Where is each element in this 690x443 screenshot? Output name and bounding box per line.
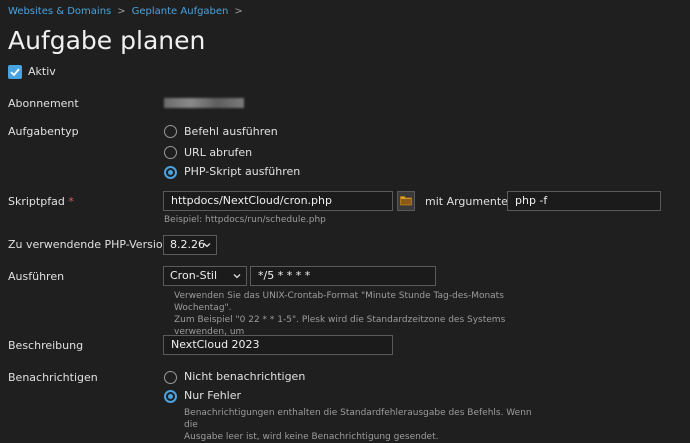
page-title: Aufgabe planen <box>8 26 206 55</box>
active-checkbox[interactable] <box>8 65 22 79</box>
task-type-option-php: PHP-Skript ausführen <box>184 165 301 178</box>
chevron-down-icon <box>233 274 241 279</box>
active-label: Aktiv <box>28 65 56 78</box>
breadcrumb-scheduled-tasks[interactable]: Geplante Aufgaben <box>132 6 229 17</box>
run-mode-value: Cron-Stil <box>170 269 218 282</box>
notify-label: Benachrichtigen <box>8 371 98 384</box>
php-version-label: Zu verwendende PHP-Version <box>8 238 170 251</box>
breadcrumb-websites-domains[interactable]: Websites & Domains <box>8 6 111 17</box>
task-type-radio-url[interactable] <box>164 146 177 159</box>
notify-hint-line: Benachrichtigungen enthalten die Standar… <box>184 408 532 430</box>
notify-option-errors: Nur Fehler <box>184 389 242 402</box>
browse-folder-button[interactable] <box>397 191 415 211</box>
description-label: Beschreibung <box>8 339 84 352</box>
cron-expression-input[interactable]: */5 * * * * <box>250 266 436 286</box>
subscription-label: Abonnement <box>8 97 79 110</box>
script-path-label: Skriptpfad * <box>8 195 74 208</box>
notify-option-none: Nicht benachrichtigen <box>184 370 306 383</box>
task-type-option-url: URL abrufen <box>184 146 253 159</box>
arguments-label: mit Argumenten <box>425 195 515 208</box>
task-type-radio-command[interactable] <box>164 125 177 138</box>
script-path-input[interactable]: httpdocs/NextCloud/cron.php <box>163 191 393 211</box>
task-type-option-command: Befehl ausführen <box>184 125 278 138</box>
breadcrumb: Websites & Domains > Geplante Aufgaben > <box>8 6 249 17</box>
php-version-select[interactable]: 8.2.26 <box>163 235 217 255</box>
description-input[interactable]: NextCloud 2023 <box>163 335 393 355</box>
run-mode-select[interactable]: Cron-Stil <box>163 266 247 286</box>
folder-icon <box>400 196 412 206</box>
notify-radio-errors[interactable] <box>164 390 177 403</box>
arguments-input[interactable]: php -f <box>507 191 661 211</box>
notify-radio-none[interactable] <box>164 371 177 384</box>
chevron-down-icon <box>203 243 211 248</box>
breadcrumb-separator: > <box>117 6 126 17</box>
breadcrumb-separator: > <box>234 6 243 17</box>
check-icon <box>10 68 20 77</box>
cron-hint-line: Verwenden Sie das UNIX-Crontab-Format "M… <box>174 291 504 313</box>
run-label: Ausführen <box>8 270 65 283</box>
task-type-label: Aufgabentyp <box>8 125 79 138</box>
task-type-radio-php[interactable] <box>164 166 177 179</box>
script-path-label-text: Skriptpfad <box>8 195 65 208</box>
notify-hint-line: Ausgabe leer ist, wird keine Benachricht… <box>184 432 439 442</box>
php-version-value: 8.2.26 <box>170 238 205 251</box>
subscription-value-redacted <box>164 98 244 108</box>
notify-hint: Benachrichtigungen enthalten die Standar… <box>184 407 544 443</box>
required-mark: * <box>68 195 74 208</box>
script-path-hint: Beispiel: httpdocs/run/schedule.php <box>164 215 326 225</box>
